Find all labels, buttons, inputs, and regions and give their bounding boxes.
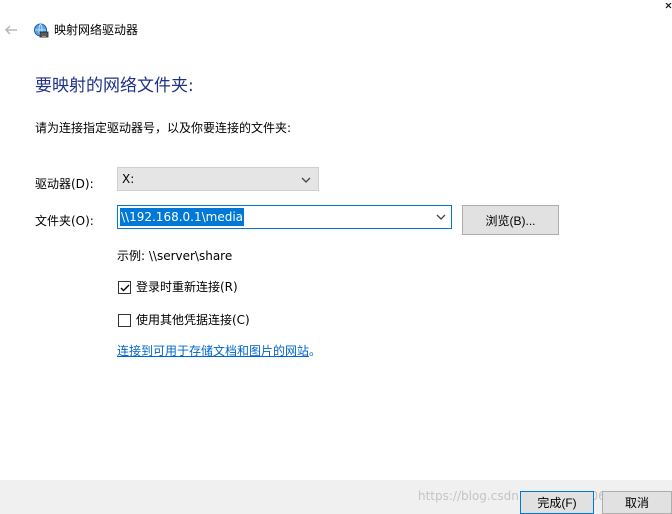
chevron-down-icon[interactable] bbox=[435, 211, 447, 223]
credentials-checkbox[interactable] bbox=[118, 314, 131, 327]
page-title: 要映射的网络文件夹: bbox=[35, 76, 194, 96]
chevron-down-icon bbox=[300, 174, 312, 186]
drive-chevron-svg bbox=[301, 177, 311, 183]
back-arrow-svg bbox=[4, 25, 17, 35]
drive-value: X: bbox=[122, 172, 135, 186]
window-title: 映射网络驱动器 bbox=[54, 23, 139, 37]
credentials-label: 使用其他凭据连接(C) bbox=[136, 313, 250, 327]
cancel-button[interactable]: 取消 bbox=[602, 491, 672, 514]
reconnect-label: 登录时重新连接(R) bbox=[136, 280, 238, 294]
drive-select[interactable]: X: bbox=[117, 167, 319, 191]
map-network-drive-wizard: 映射网络驱动器 要映射的网络文件夹: 请为连接指定驱动器号，以及你要连接的文件夹… bbox=[0, 0, 672, 514]
web-storage-link-row: 连接到可用于存储文档和图片的网站。 bbox=[117, 343, 321, 360]
folder-combobox[interactable]: \\192.168.0.1\media bbox=[117, 205, 452, 229]
close-svg bbox=[665, 2, 672, 9]
network-drive-icon bbox=[32, 22, 49, 39]
checkmark-icon bbox=[120, 284, 130, 292]
folder-label: 文件夹(O): bbox=[35, 214, 94, 228]
titlebar: 映射网络驱动器 bbox=[0, 0, 672, 58]
browse-button[interactable]: 浏览(B)... bbox=[462, 205, 559, 235]
close-icon[interactable] bbox=[658, 0, 672, 9]
back-arrow-icon[interactable] bbox=[3, 22, 19, 38]
web-storage-link[interactable]: 连接到可用于存储文档和图片的网站 bbox=[117, 344, 309, 358]
folder-input[interactable]: \\192.168.0.1\media bbox=[120, 208, 245, 226]
finish-button[interactable]: 完成(F) bbox=[520, 491, 594, 514]
drive-label: 驱动器(D): bbox=[35, 177, 94, 191]
folder-chevron-svg bbox=[436, 214, 446, 220]
reconnect-checkbox[interactable] bbox=[118, 281, 131, 294]
example-text: 示例: \\server\share bbox=[117, 249, 233, 263]
instruction-text: 请为连接指定驱动器号，以及你要连接的文件夹: bbox=[35, 121, 292, 135]
link-period: 。 bbox=[309, 344, 322, 358]
network-drive-svg bbox=[34, 23, 49, 38]
